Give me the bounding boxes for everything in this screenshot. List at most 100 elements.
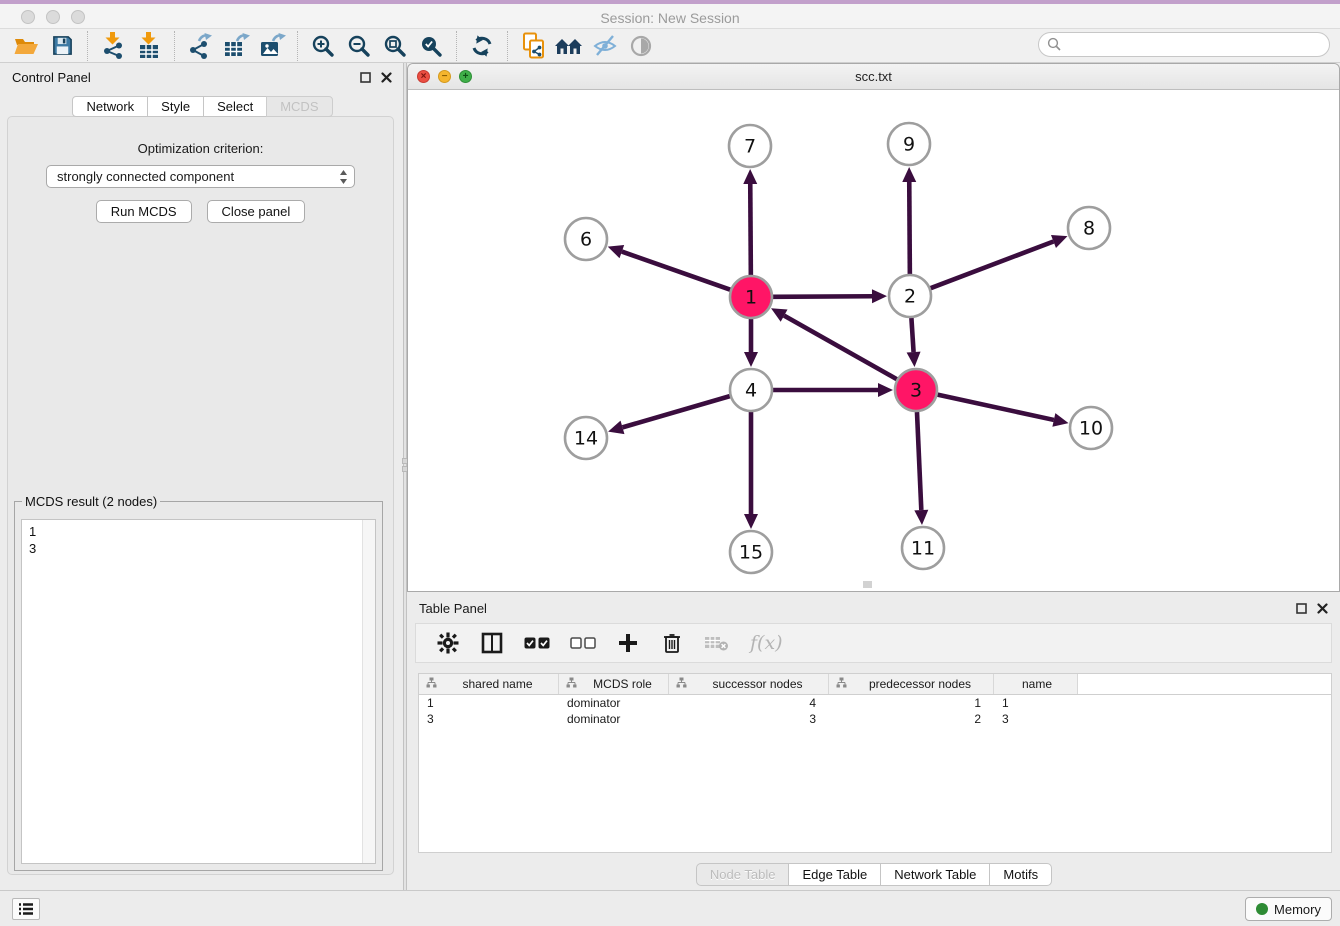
- export-table-icon[interactable]: [218, 30, 254, 62]
- optimization-criterion-select[interactable]: strongly connected component: [46, 165, 355, 188]
- cell-successor-nodes: 4: [669, 696, 829, 710]
- control-panel-title: Control Panel: [12, 70, 91, 85]
- save-session-icon[interactable]: [44, 30, 80, 62]
- export-image-icon[interactable]: [254, 30, 290, 62]
- column-panel-icon[interactable]: [480, 629, 504, 657]
- select-chevrons-icon: [339, 169, 348, 188]
- tab-network-table[interactable]: Network Table: [880, 863, 990, 886]
- tab-mcds[interactable]: MCDS: [266, 96, 332, 117]
- table-settings-icon[interactable]: [436, 629, 460, 657]
- close-table-panel-icon[interactable]: [1317, 603, 1328, 614]
- node-table-body: 1dominator4113dominator323: [419, 695, 1331, 727]
- column-header-name[interactable]: name: [994, 674, 1078, 694]
- add-row-icon[interactable]: [616, 629, 640, 657]
- import-network-icon[interactable]: [95, 30, 131, 62]
- graph-node-label-7: 7: [744, 136, 756, 158]
- column-type-icon: [566, 677, 577, 691]
- graph-edge-arrow-2-3: [907, 352, 921, 367]
- show-graphics-details-icon[interactable]: [623, 30, 659, 62]
- tab-node-table[interactable]: Node Table: [696, 863, 790, 886]
- deselect-all-icon[interactable]: [570, 629, 596, 657]
- zoom-in-icon[interactable]: [305, 30, 341, 62]
- graph-edge-2-9[interactable]: [909, 182, 910, 274]
- table-row[interactable]: 1dominator411: [419, 695, 1331, 711]
- delete-row-icon[interactable]: [660, 629, 684, 657]
- zoom-out-icon[interactable]: [341, 30, 377, 62]
- column-type-icon: [836, 677, 847, 691]
- tab-style[interactable]: Style: [147, 96, 204, 117]
- refresh-view-icon[interactable]: [464, 30, 500, 62]
- close-panel-icon[interactable]: [381, 72, 392, 83]
- graph-edge-1-7[interactable]: [750, 184, 751, 275]
- function-builder-icon: f(x): [750, 629, 783, 657]
- zoom-selected-icon[interactable]: [413, 30, 449, 62]
- float-panel-icon[interactable]: [360, 72, 371, 83]
- graph-node-label-1: 1: [745, 287, 757, 309]
- column-type-icon: [676, 677, 687, 691]
- graph-node-label-8: 8: [1083, 218, 1095, 240]
- mcds-result-textarea[interactable]: 13: [21, 519, 376, 864]
- tab-edge-table[interactable]: Edge Table: [788, 863, 881, 886]
- run-mcds-button[interactable]: Run MCDS: [96, 200, 192, 223]
- open-session-icon[interactable]: [8, 30, 44, 62]
- select-all-icon[interactable]: [524, 629, 550, 657]
- table-panel-title: Table Panel: [419, 601, 487, 616]
- export-network-icon[interactable]: [182, 30, 218, 62]
- table-panel-tabs: Node TableEdge TableNetwork TableMotifs: [407, 863, 1340, 886]
- import-table-icon[interactable]: [131, 30, 167, 62]
- search-field[interactable]: [1038, 32, 1330, 57]
- column-header-successor-nodes[interactable]: successor nodes: [669, 674, 829, 694]
- tab-motifs[interactable]: Motifs: [989, 863, 1052, 886]
- graph-edge-3-11[interactable]: [917, 412, 921, 510]
- graph-edge-arrow-4-14: [608, 421, 624, 434]
- task-history-button[interactable]: [12, 898, 40, 920]
- graph-edge-arrow-4-3: [878, 383, 893, 397]
- column-type-icon: [426, 677, 437, 691]
- column-header-mcds-role[interactable]: MCDS role: [559, 674, 669, 694]
- graph-edge-2-8[interactable]: [931, 241, 1054, 288]
- graph-edge-4-14[interactable]: [622, 396, 729, 427]
- import-network-from-ndex-icon[interactable]: [515, 30, 551, 62]
- header-filler: [1078, 674, 1331, 694]
- search-input[interactable]: [1062, 35, 1329, 55]
- memory-button[interactable]: Memory: [1245, 897, 1332, 921]
- cell-predecessor-nodes: 1: [829, 696, 994, 710]
- graph-edge-3-10[interactable]: [937, 395, 1053, 420]
- toolbar-separator: [87, 31, 88, 61]
- column-header-shared-name[interactable]: shared name: [419, 674, 559, 694]
- tab-select[interactable]: Select: [203, 96, 267, 117]
- home-networks-icon[interactable]: [551, 30, 587, 62]
- list-icon: [18, 902, 34, 916]
- window-title: Session: New Session: [0, 10, 1340, 26]
- graph-edge-2-3[interactable]: [911, 318, 913, 352]
- column-header-predecessor-nodes[interactable]: predecessor nodes: [829, 674, 994, 694]
- graph-node-label-11: 11: [911, 538, 935, 560]
- graph-node-label-6: 6: [580, 229, 592, 251]
- cell-name: 1: [994, 696, 1078, 710]
- toolbar-separator: [297, 31, 298, 61]
- graph-node-label-15: 15: [739, 542, 763, 564]
- graph-edge-arrow-1-6: [608, 245, 624, 258]
- table-row[interactable]: 3dominator323: [419, 711, 1331, 727]
- search-icon: [1047, 37, 1062, 52]
- network-canvas[interactable]: 7968124314101511: [408, 90, 1339, 591]
- zoom-fit-icon[interactable]: [377, 30, 413, 62]
- graph-edge-3-1[interactable]: [784, 316, 897, 380]
- cell-mcds-role: dominator: [559, 712, 669, 726]
- delete-table-icon: [704, 629, 730, 657]
- graph-edge-1-2[interactable]: [773, 296, 872, 297]
- result-scrollbar[interactable]: [362, 520, 375, 863]
- close-panel-button[interactable]: Close panel: [207, 200, 306, 223]
- float-table-panel-icon[interactable]: [1296, 603, 1307, 614]
- table-toolbar: f(x): [415, 623, 1332, 663]
- graph-edge-1-6[interactable]: [622, 252, 730, 290]
- selected-option: strongly connected component: [57, 169, 234, 184]
- table-panel: Table Panel f(x) shared n: [407, 595, 1340, 890]
- node-table[interactable]: shared nameMCDS rolesuccessor nodesprede…: [418, 673, 1332, 853]
- tab-network[interactable]: Network: [72, 96, 148, 117]
- hide-graphics-details-icon[interactable]: [587, 30, 623, 62]
- memory-status-icon: [1256, 903, 1268, 915]
- result-line: 1: [29, 523, 368, 540]
- network-resize-thumb[interactable]: [863, 581, 872, 588]
- network-window-title: scc.txt: [408, 69, 1339, 84]
